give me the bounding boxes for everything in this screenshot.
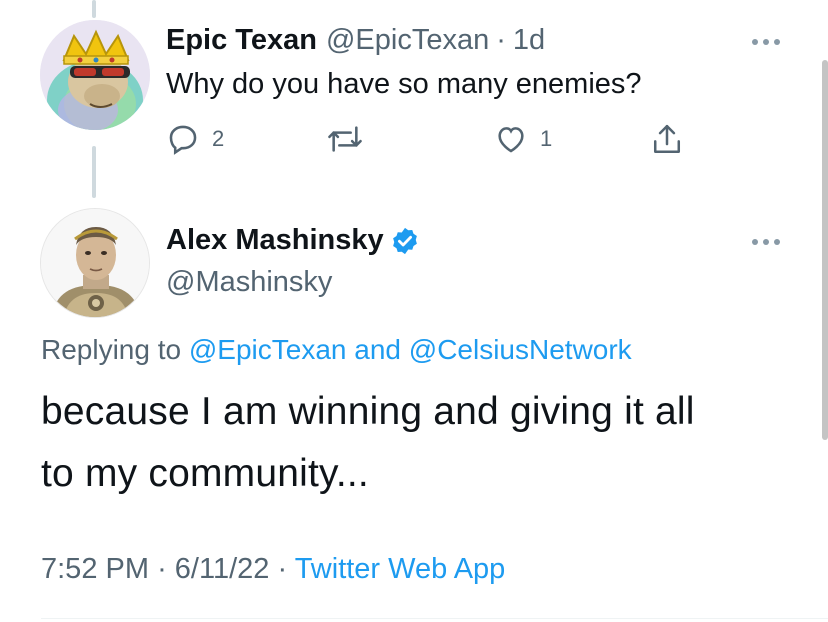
thread-line-connector [92,146,96,198]
tweet-age[interactable]: 1d [513,24,545,57]
astronaut-avatar-image [41,209,149,317]
share-action[interactable] [650,122,684,158]
reply-count: 2 [212,126,225,151]
mention-epictexan[interactable]: @EpicTexan [189,334,347,365]
meta-separator: · [157,553,167,585]
reply-action[interactable]: 2 [166,122,224,156]
replying-and[interactable]: and [354,334,401,365]
scrollbar[interactable] [822,60,828,440]
tweet-time[interactable]: 7:52 PM [41,553,149,585]
display-name[interactable]: Alex Mashinsky [166,224,384,257]
meta-separator: · [277,553,288,585]
tweet-date[interactable]: 6/11/22 [175,553,270,585]
like-count: 1 [540,126,553,151]
user-handle[interactable]: @Mashinsky [166,266,332,299]
divider [41,618,828,619]
tweet-text: Why do you have so many enemies? [166,68,642,100]
user-handle[interactable]: @EpicTexan [326,24,489,57]
tweet-source[interactable]: Twitter Web App [295,553,506,585]
tweet-text-line-1: because I am winning and giving it all [41,390,695,433]
avatar-alex-mashinsky[interactable] [40,208,150,318]
replying-prefix: Replying to [41,334,182,365]
tweet-meta: 7:52 PM · 6/11/22 · Twitter Web App [41,553,505,586]
ape-avatar-image [40,20,150,130]
more-icon[interactable] [746,230,786,254]
tweet-text-line-2: to my community... [41,452,369,495]
more-icon[interactable] [746,30,786,54]
thread-line-top [92,0,96,18]
retweet-action[interactable] [326,122,364,156]
epic-texan-name-row: Epic Texan @EpicTexan · 1d [166,24,545,57]
display-name[interactable]: Epic Texan [166,24,317,57]
reply-icon [166,122,200,156]
mashinsky-name-row: Alex Mashinsky [166,224,420,257]
replying-to: Replying to @EpicTexan and @CelsiusNetwo… [41,334,632,366]
retweet-icon [326,122,364,156]
tweet-thread: Epic Texan @EpicTexan · 1d Why do you ha… [0,0,828,622]
like-action[interactable]: 1 [494,122,552,156]
avatar-epic-texan[interactable] [40,20,150,130]
mention-celsiusnetwork[interactable]: @CelsiusNetwork [409,334,632,365]
like-icon [494,122,528,156]
verified-badge-icon [390,226,420,256]
separator-dot: · [496,24,506,56]
share-icon [650,122,684,158]
